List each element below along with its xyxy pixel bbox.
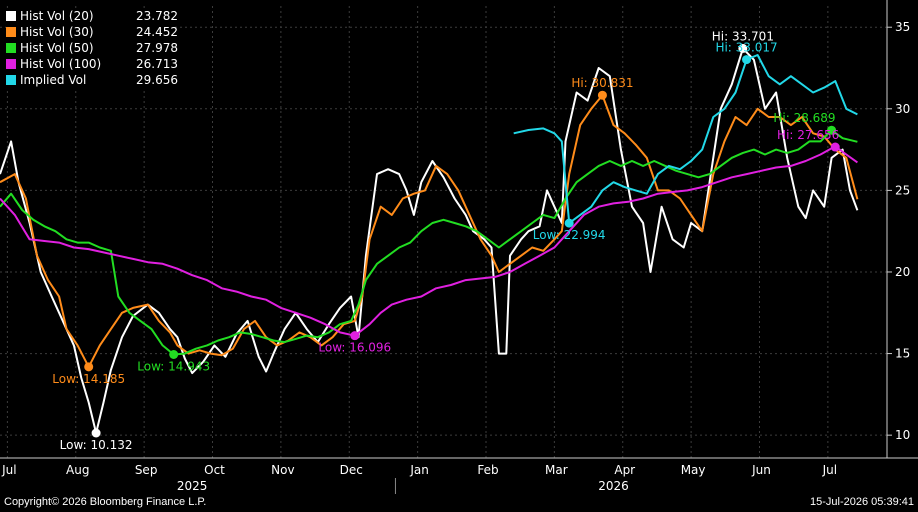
y-tick-label: 25	[895, 183, 910, 197]
x-tick-label: Jun	[751, 463, 771, 477]
x-tick-label: Sep	[135, 463, 158, 477]
x-tick-label: Feb	[477, 463, 498, 477]
legend-value: 27.978	[136, 41, 178, 55]
x-year-label: 2025	[177, 479, 208, 493]
annotation-label: Hi: 28.689	[773, 111, 835, 125]
series-line-2	[0, 129, 858, 356]
x-year-label: 2026	[598, 479, 629, 493]
y-tick-label: 35	[895, 20, 910, 34]
y-tick-label: 15	[895, 347, 910, 361]
annotation-marker	[597, 90, 607, 100]
x-tick-label: Nov	[271, 463, 294, 477]
x-tick-label: Mar	[545, 463, 568, 477]
legend-swatch	[6, 75, 16, 85]
legend-label: Hist Vol (30)	[20, 25, 94, 39]
y-tick-label: 10	[895, 428, 910, 442]
legend-label: Hist Vol (100)	[20, 57, 102, 71]
x-tick-label: Aug	[66, 463, 89, 477]
legend: Hist Vol (20) 23.782 Hist Vol (30) 24.45…	[6, 8, 178, 88]
legend-value: 23.782	[136, 9, 178, 23]
x-tick-label: Jul	[1, 463, 16, 477]
annotation-label: Low: 14.185	[52, 372, 125, 386]
annotation-label: Hi: 30.831	[571, 76, 633, 90]
legend-item-hist-vol-100[interactable]: Hist Vol (100) 26.713	[6, 56, 178, 72]
annotation-marker	[350, 331, 360, 341]
annotation-label: Hi: 27.656	[777, 128, 839, 142]
annotation-marker	[830, 142, 840, 152]
legend-item-hist-vol-20[interactable]: Hist Vol (20) 23.782	[6, 8, 178, 24]
annotation-marker	[84, 362, 94, 372]
annotation-marker	[742, 55, 752, 65]
annotation-label: Low: 14.943	[137, 359, 210, 373]
legend-item-implied-vol[interactable]: Implied Vol 29.656	[6, 72, 178, 88]
legend-value: 29.656	[136, 73, 178, 87]
x-tick-label: Jan	[409, 463, 429, 477]
legend-label: Implied Vol	[20, 73, 87, 87]
copyright-text: Copyright© 2026 Bloomberg Finance L.P.	[4, 496, 207, 508]
series-line-0	[0, 47, 859, 434]
legend-item-hist-vol-50[interactable]: Hist Vol (50) 27.978	[6, 40, 178, 56]
series-line-3	[0, 145, 858, 337]
x-tick-label: Apr	[614, 463, 635, 477]
x-tick-label: Jul	[822, 463, 837, 477]
annotation-label: Hi: 33.017	[715, 41, 777, 55]
x-tick-label: Dec	[340, 463, 363, 477]
legend-swatch	[6, 59, 16, 69]
annotation-label: Low: 22.994	[533, 228, 606, 242]
legend-swatch	[6, 43, 16, 53]
x-tick-label: Oct	[204, 463, 225, 477]
annotation-label: Low: 10.132	[60, 438, 133, 452]
y-tick-label: 30	[895, 102, 910, 116]
legend-value: 26.713	[136, 57, 178, 71]
legend-label: Hist Vol (50)	[20, 41, 94, 55]
y-tick-label: 20	[895, 265, 910, 279]
legend-label: Hist Vol (20)	[20, 9, 94, 23]
annotation-label: Low: 16.096	[318, 341, 391, 355]
footer: Copyright© 2026 Bloomberg Finance L.P. 1…	[0, 494, 918, 512]
annotation-marker	[91, 428, 101, 438]
annotation-marker	[169, 349, 179, 359]
timestamp: 15-Jul-2026 05:39:41	[810, 496, 914, 508]
legend-swatch	[6, 11, 16, 21]
legend-swatch	[6, 27, 16, 37]
annotation-marker	[564, 218, 574, 228]
x-tick-label: May	[681, 463, 706, 477]
legend-item-hist-vol-30[interactable]: Hist Vol (30) 24.452	[6, 24, 178, 40]
legend-value: 24.452	[136, 25, 178, 39]
